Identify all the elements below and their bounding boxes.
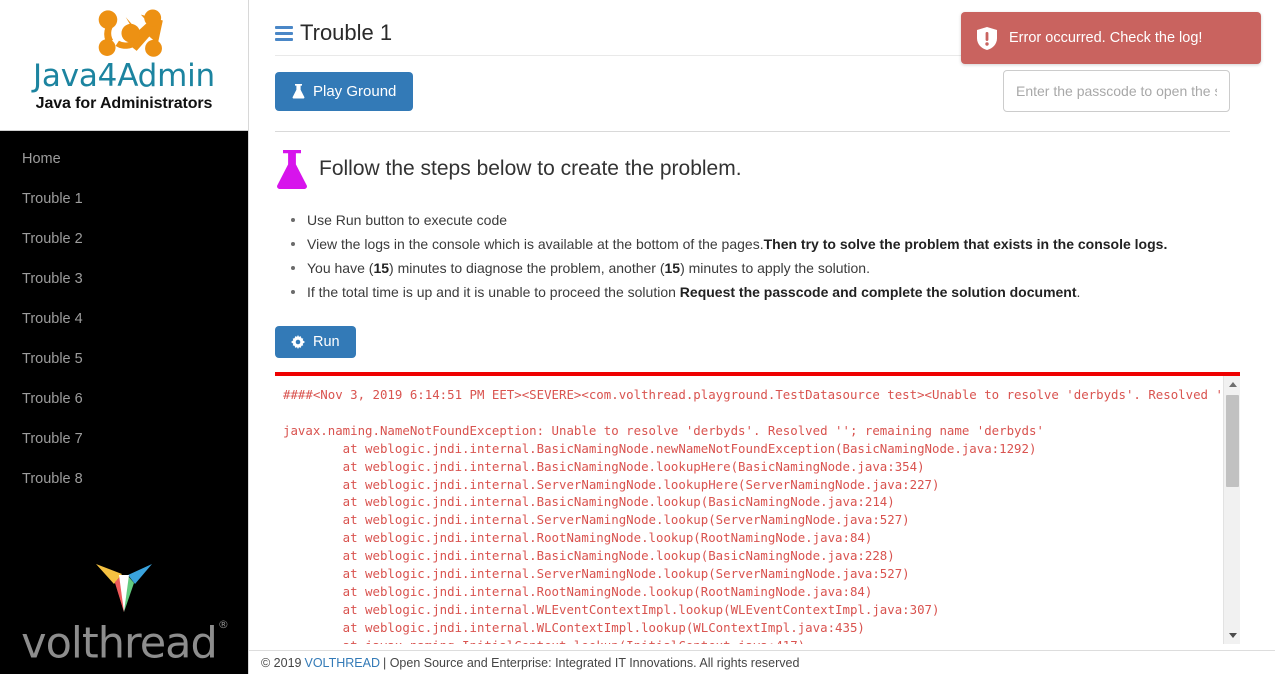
run-row: Run xyxy=(249,304,1275,358)
console-output: ####<Nov 3, 2019 6:14:51 PM EET><SEVERE>… xyxy=(275,376,1240,644)
main-content: Trouble 1 Play Ground Follow xyxy=(249,0,1275,674)
console-log-text: ####<Nov 3, 2019 6:14:51 PM EET><SEVERE>… xyxy=(283,387,1230,644)
sidebar-item-trouble-2[interactable]: Trouble 2 xyxy=(0,219,248,259)
flask-icon xyxy=(292,83,305,99)
step-item: You have (15) minutes to diagnose the pr… xyxy=(291,256,1275,280)
steps-list: Use Run button to execute code View the … xyxy=(249,208,1275,304)
volthread-arrow-icon xyxy=(96,563,152,612)
footer-text: | Open Source and Enterprise: Integrated… xyxy=(382,655,800,670)
flask-icon xyxy=(275,148,309,190)
footer-copyright: © 2019 xyxy=(261,655,302,670)
footer-volthread-link[interactable]: VOLTHREAD xyxy=(305,656,380,670)
step-item: Use Run button to execute code xyxy=(291,208,1275,232)
volthread-wordmark: volthread® xyxy=(21,617,229,668)
app-root: Java4Admin Java for Administrators Home … xyxy=(0,0,1275,674)
sidebar-item-trouble-6[interactable]: Trouble 6 xyxy=(0,379,248,419)
step-item: View the logs in the console which is av… xyxy=(291,232,1275,256)
brand-header[interactable]: Java4Admin Java for Administrators xyxy=(0,0,248,131)
brand-subtitle: Java for Administrators xyxy=(35,94,213,112)
scrollbar-thumb[interactable] xyxy=(1226,395,1239,487)
caret-down-icon[interactable] xyxy=(1224,627,1240,644)
brand-title: Java4Admin xyxy=(32,58,215,94)
sidebar-item-home[interactable]: Home xyxy=(0,139,248,179)
run-button[interactable]: Run xyxy=(275,326,356,358)
network-molecule-icon xyxy=(98,9,163,57)
volthread-logo: volthread® xyxy=(0,558,248,666)
console-scrollbar[interactable] xyxy=(1223,376,1240,644)
play-ground-label: Play Ground xyxy=(313,82,397,100)
registered-mark: ® xyxy=(217,617,229,631)
error-toast-message: Error occurred. Check the log! xyxy=(1009,30,1203,46)
footer: © 2019 VOLTHREAD | Open Source and Enter… xyxy=(249,650,1275,674)
hamburger-icon[interactable] xyxy=(275,25,293,41)
sidebar-item-trouble-5[interactable]: Trouble 5 xyxy=(0,339,248,379)
sidebar-item-trouble-1[interactable]: Trouble 1 xyxy=(0,179,248,219)
run-label: Run xyxy=(313,334,340,350)
sidebar-item-trouble-4[interactable]: Trouble 4 xyxy=(0,299,248,339)
sidebar: Java4Admin Java for Administrators Home … xyxy=(0,0,249,674)
gear-icon xyxy=(291,335,305,349)
sidebar-item-trouble-7[interactable]: Trouble 7 xyxy=(0,419,248,459)
page-title-text: Trouble 1 xyxy=(300,20,393,45)
caret-up-icon[interactable] xyxy=(1224,376,1240,393)
passcode-input[interactable] xyxy=(1003,70,1230,112)
sidebar-item-trouble-3[interactable]: Trouble 3 xyxy=(0,259,248,299)
play-ground-button[interactable]: Play Ground xyxy=(275,71,414,111)
error-toast[interactable]: Error occurred. Check the log! xyxy=(961,12,1261,64)
steps-heading: Follow the steps below to create the pro… xyxy=(319,157,742,180)
step-item: If the total time is up and it is unable… xyxy=(291,280,1275,304)
toolbar: Play Ground xyxy=(249,56,1275,112)
steps-heading-row: Follow the steps below to create the pro… xyxy=(249,132,1275,190)
sidebar-item-trouble-8[interactable]: Trouble 8 xyxy=(0,459,248,499)
shield-exclamation-icon xyxy=(977,26,997,50)
sidebar-nav: Home Trouble 1 Trouble 2 Trouble 3 Troub… xyxy=(0,131,248,499)
